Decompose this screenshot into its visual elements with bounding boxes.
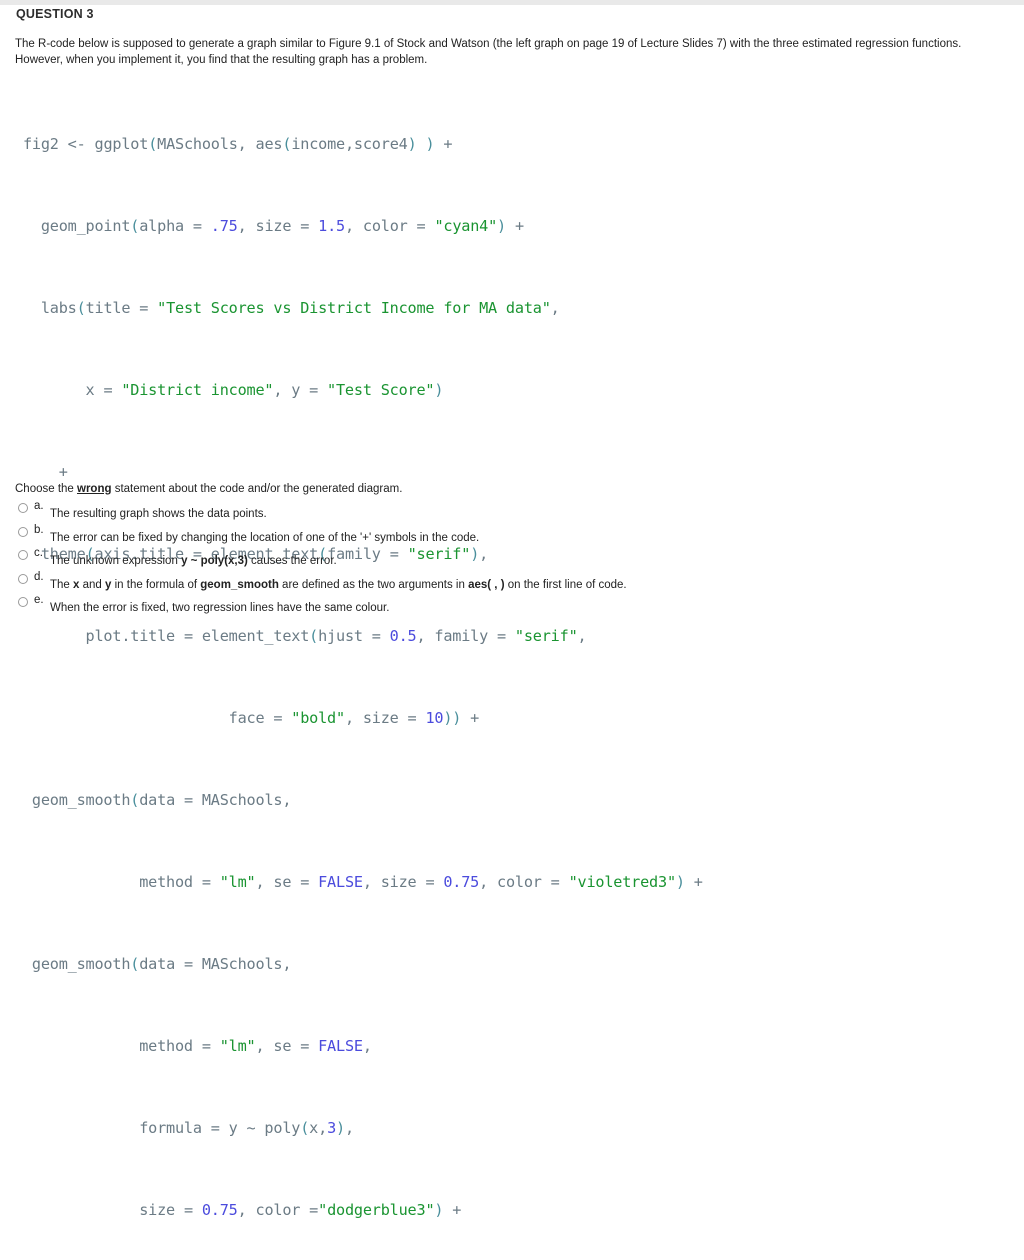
prompt-text-before: Choose the	[15, 483, 78, 495]
page-title: QUESTION 3	[16, 7, 94, 21]
question-page: QUESTION 3 The R-code below is supposed …	[0, 0, 1024, 1219]
option-letter-c: c.	[34, 547, 43, 559]
code-line-3: labs(title = "Test Scores vs District In…	[14, 298, 560, 317]
radio-button-icon-a[interactable]	[18, 503, 28, 513]
code-line-2: geom_point(alpha = .75, size = 1.5, colo…	[14, 216, 524, 235]
r-code-block: fig2 <- ggplot(MASchools, aes(income,sco…	[14, 72, 1009, 1260]
option-letter-a: a.	[34, 500, 44, 512]
option-letter-b: b.	[34, 523, 44, 536]
option-text-c: The unknown expression y ~ poly(x,3) cau…	[50, 555, 337, 567]
option-letter-e: e.	[34, 594, 44, 606]
code-line-7: plot.title = element_text(hjust = 0.5, f…	[14, 626, 587, 645]
radio-button-icon-b[interactable]	[18, 526, 28, 537]
prompt-text-after: statement about the code and/or the gene…	[111, 483, 403, 495]
answer-prompt: Choose the wrong statement about the cod…	[15, 483, 402, 495]
option-letter-d: d.	[34, 570, 44, 583]
code-line-10: method = "lm", se = FALSE, size = 0.75, …	[14, 872, 703, 891]
radio-button-icon-d[interactable]	[18, 573, 28, 584]
code-line-8: face = "bold", size = 10)) +	[14, 708, 480, 727]
code-line-9: geom_smooth(data = MASchools,	[14, 790, 292, 809]
code-line-11: geom_smooth(data = MASchools,	[14, 954, 292, 973]
answer-option-e[interactable]: e. When the error is fixed, two regressi…	[18, 594, 1008, 618]
code-line-4: x = "District income", y = "Test Score")	[14, 380, 444, 399]
radio-button-icon-e[interactable]	[18, 597, 28, 607]
question-intro: The R-code below is supposed to generate…	[15, 37, 1010, 68]
code-line-13: formula = y ~ poly(x,3),	[14, 1118, 354, 1137]
code-line-5: +	[14, 462, 68, 481]
option-text-e: When the error is fixed, two regression …	[50, 602, 390, 614]
code-line-12: method = "lm", se = FALSE,	[14, 1036, 372, 1055]
option-text-a: The resulting graph shows the data point…	[50, 508, 267, 520]
code-line-14: size = 0.75, color ="dodgerblue3") +	[14, 1200, 462, 1219]
option-text-b: The error can be fixed by changing the l…	[50, 531, 480, 544]
answer-option-a[interactable]: a. The resulting graph shows the data po…	[18, 500, 1008, 524]
answer-option-c[interactable]: c. The unknown expression y ~ poly(x,3) …	[18, 547, 1008, 571]
radio-button-icon-c[interactable]	[18, 550, 28, 560]
code-line-1: fig2 <- ggplot(MASchools, aes(income,sco…	[14, 134, 453, 153]
prompt-emphasis: wrong	[77, 483, 112, 495]
intro-line-1: The R-code below is supposed to generate…	[15, 38, 962, 50]
answer-option-b[interactable]: b. The error can be fixed by changing th…	[18, 524, 1008, 548]
option-text-d: The x and y in the formula of geom_smoot…	[50, 578, 627, 591]
answer-options-list: a. The resulting graph shows the data po…	[18, 500, 1008, 618]
answer-option-d[interactable]: d. The x and y in the formula of geom_sm…	[18, 571, 1008, 595]
intro-line-2: However, when you implement it, you find…	[15, 53, 428, 66]
